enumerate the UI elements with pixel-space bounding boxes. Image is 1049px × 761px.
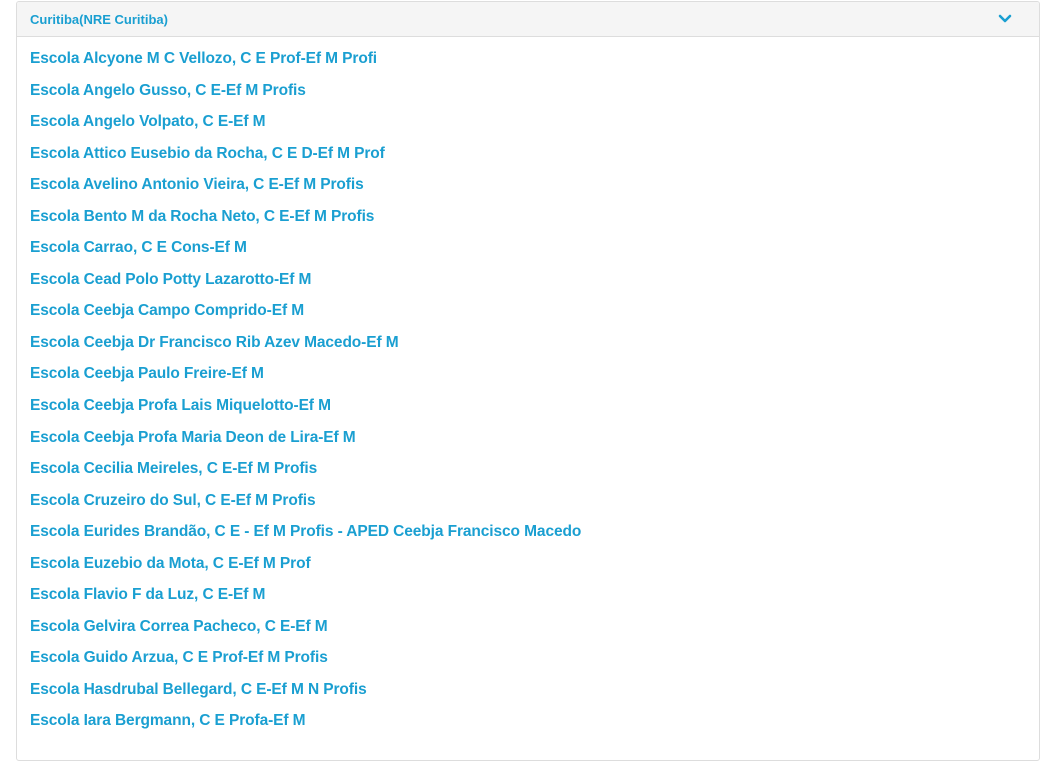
list-item: Escola Euzebio da Mota, C E-Ef M Prof <box>30 554 1039 586</box>
list-item: Escola Ceebja Dr Francisco Rib Azev Mace… <box>30 333 1039 365</box>
school-link[interactable]: Escola Ceebja Campo Comprido-Ef M <box>30 302 304 319</box>
school-link[interactable]: Escola Cead Polo Potty Lazarotto-Ef M <box>30 271 311 288</box>
list-item: Escola Flavio F da Luz, C E-Ef M <box>30 585 1039 617</box>
school-link[interactable]: Escola Cecilia Meireles, C E-Ef M Profis <box>30 460 317 477</box>
list-item: Escola Cecilia Meireles, C E-Ef M Profis <box>30 459 1039 491</box>
list-item: Escola Angelo Gusso, C E-Ef M Profis <box>30 81 1039 113</box>
list-item: Escola Gelvira Correa Pacheco, C E-Ef M <box>30 617 1039 649</box>
school-link[interactable]: Escola Angelo Volpato, C E-Ef M <box>30 113 266 130</box>
school-link[interactable]: Escola Guido Arzua, C E Prof-Ef M Profis <box>30 649 328 666</box>
school-link[interactable]: Escola Gelvira Correa Pacheco, C E-Ef M <box>30 618 328 635</box>
school-link[interactable]: Escola Hasdrubal Bellegard, C E-Ef M N P… <box>30 681 367 698</box>
nre-panel: Curitiba(NRE Curitiba) Escola Alcyone M … <box>16 1 1040 761</box>
school-link[interactable]: Escola Iara Bergmann, C E Profa-Ef M <box>30 712 306 729</box>
school-link[interactable]: Escola Angelo Gusso, C E-Ef M Profis <box>30 82 306 99</box>
list-item: Escola Attico Eusebio da Rocha, C E D-Ef… <box>30 144 1039 176</box>
list-item: Escola Cruzeiro do Sul, C E-Ef M Profis <box>30 491 1039 523</box>
school-link[interactable]: Escola Ceebja Profa Lais Miquelotto-Ef M <box>30 397 331 414</box>
chevron-down-icon[interactable] <box>997 11 1013 27</box>
school-link[interactable]: Escola Ceebja Dr Francisco Rib Azev Mace… <box>30 334 399 351</box>
school-link[interactable]: Escola Cruzeiro do Sul, C E-Ef M Profis <box>30 492 316 509</box>
list-item: Escola Ceebja Profa Lais Miquelotto-Ef M <box>30 396 1039 428</box>
school-link[interactable]: Escola Flavio F da Luz, C E-Ef M <box>30 586 265 603</box>
list-item: Escola Eurides Brandão, C E - Ef M Profi… <box>30 522 1039 554</box>
panel-heading[interactable]: Curitiba(NRE Curitiba) <box>17 2 1039 37</box>
panel-body: Escola Alcyone M C Vellozo, C E Prof-Ef … <box>17 37 1039 743</box>
list-item: Escola Hasdrubal Bellegard, C E-Ef M N P… <box>30 680 1039 712</box>
list-item: Escola Ceebja Profa Maria Deon de Lira-E… <box>30 428 1039 460</box>
school-link[interactable]: Escola Eurides Brandão, C E - Ef M Profi… <box>30 523 581 540</box>
school-link[interactable]: Escola Ceebja Paulo Freire-Ef M <box>30 365 264 382</box>
school-link[interactable]: Escola Ceebja Profa Maria Deon de Lira-E… <box>30 429 356 446</box>
school-link[interactable]: Escola Attico Eusebio da Rocha, C E D-Ef… <box>30 145 385 162</box>
list-item: Escola Cead Polo Potty Lazarotto-Ef M <box>30 270 1039 302</box>
school-link[interactable]: Escola Euzebio da Mota, C E-Ef M Prof <box>30 555 311 572</box>
list-item: Escola Alcyone M C Vellozo, C E Prof-Ef … <box>30 49 1039 81</box>
list-item: Escola Avelino Antonio Vieira, C E-Ef M … <box>30 175 1039 207</box>
panel-title: Curitiba(NRE Curitiba) <box>30 11 168 27</box>
list-item: Escola Angelo Volpato, C E-Ef M <box>30 112 1039 144</box>
school-link[interactable]: Escola Avelino Antonio Vieira, C E-Ef M … <box>30 176 364 193</box>
school-link[interactable]: Escola Carrao, C E Cons-Ef M <box>30 239 247 256</box>
list-item: Escola Iara Bergmann, C E Profa-Ef M <box>30 711 1039 743</box>
list-item: Escola Ceebja Paulo Freire-Ef M <box>30 364 1039 396</box>
school-list: Escola Alcyone M C Vellozo, C E Prof-Ef … <box>30 49 1039 743</box>
list-item: Escola Carrao, C E Cons-Ef M <box>30 238 1039 270</box>
list-item: Escola Bento M da Rocha Neto, C E-Ef M P… <box>30 207 1039 239</box>
list-item: Escola Ceebja Campo Comprido-Ef M <box>30 301 1039 333</box>
school-link[interactable]: Escola Alcyone M C Vellozo, C E Prof-Ef … <box>30 50 377 67</box>
list-item: Escola Guido Arzua, C E Prof-Ef M Profis <box>30 648 1039 680</box>
school-link[interactable]: Escola Bento M da Rocha Neto, C E-Ef M P… <box>30 208 374 225</box>
